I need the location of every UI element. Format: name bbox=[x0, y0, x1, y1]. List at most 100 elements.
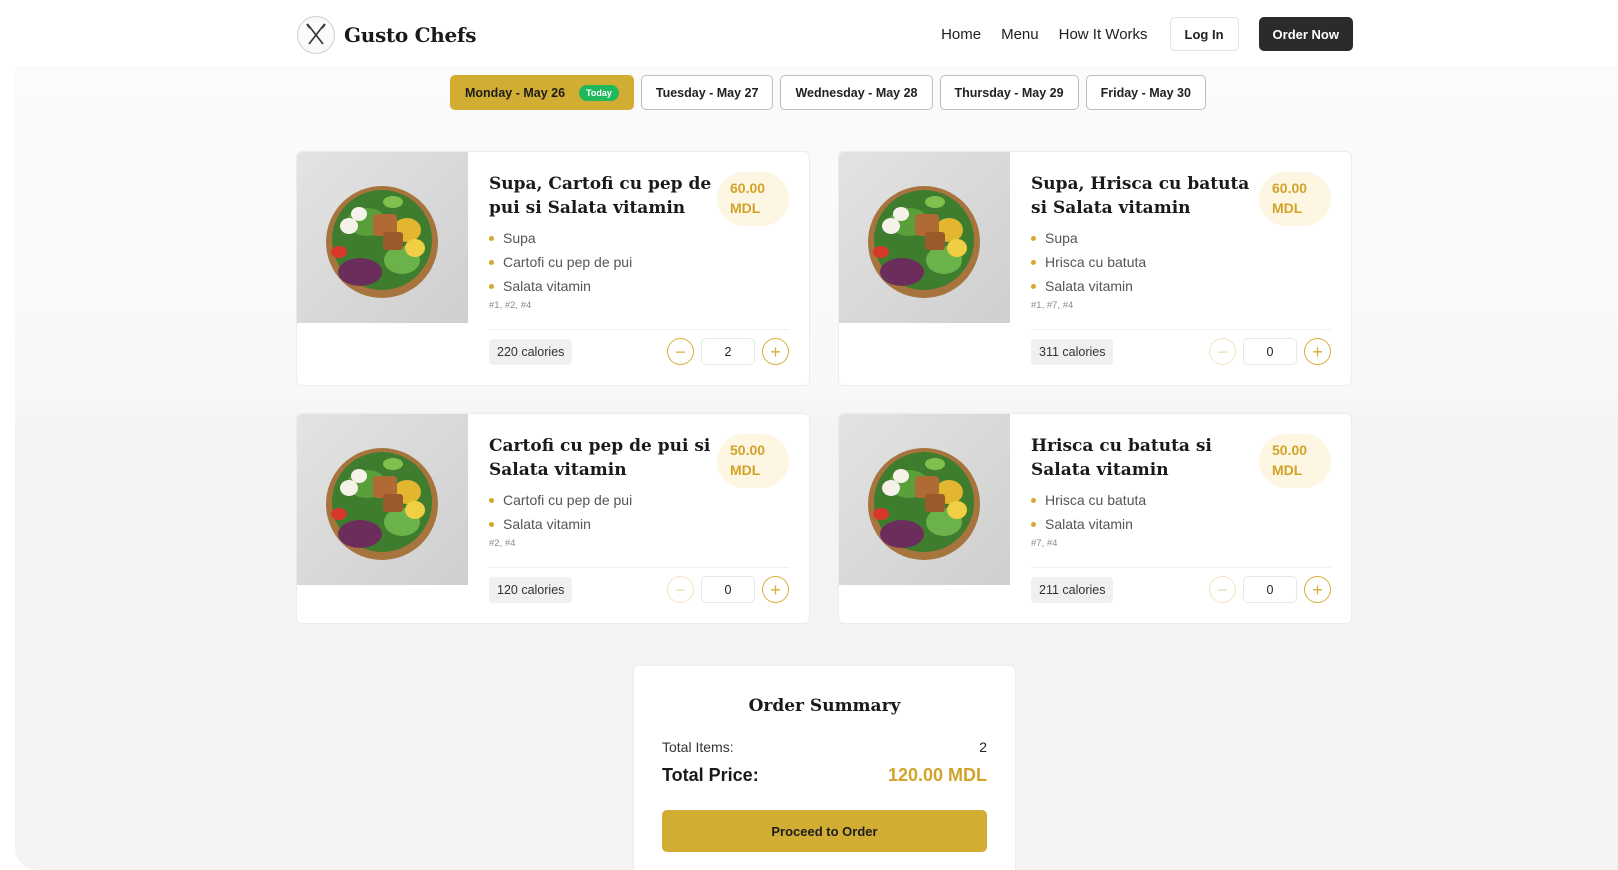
quantity-input[interactable] bbox=[701, 338, 755, 365]
list-item: Salata vitamin bbox=[489, 274, 789, 298]
list-item: Salata vitamin bbox=[489, 512, 789, 536]
ingredient-list: Supa Cartofi cu pep de pui Salata vitami… bbox=[489, 226, 789, 298]
price-currency: MDL bbox=[730, 200, 761, 216]
ingredient-list: Supa Hrisca cu batuta Salata vitamin bbox=[1031, 226, 1331, 298]
tab-label: Thursday - May 29 bbox=[954, 85, 1064, 100]
price-value: 60.00 bbox=[1272, 180, 1308, 196]
quantity-input[interactable] bbox=[1243, 338, 1297, 365]
tab-tuesday[interactable]: Tuesday - May 27 bbox=[640, 75, 774, 110]
ingredient-name: Hrisca cu batuta bbox=[1045, 492, 1147, 508]
minus-icon[interactable]: − bbox=[1209, 338, 1236, 365]
total-items-value: 2 bbox=[979, 739, 987, 755]
day-tabs: Monday - May 26 Today Tuesday - May 27 W… bbox=[450, 75, 1213, 110]
minus-icon[interactable]: − bbox=[667, 338, 694, 365]
bullet-dot-icon bbox=[489, 497, 494, 503]
ingredient-list: Cartofi cu pep de pui Salata vitamin bbox=[489, 488, 789, 536]
card-footer: 211 calories − + bbox=[1031, 567, 1331, 603]
tab-friday[interactable]: Friday - May 30 bbox=[1085, 75, 1206, 110]
bullet-dot-icon bbox=[1031, 497, 1036, 503]
brand-name: Gusto Chefs bbox=[344, 23, 477, 47]
site-header: Gusto Chefs Home Menu How It Works Log I… bbox=[0, 0, 1618, 66]
bullet-dot-icon bbox=[1031, 259, 1036, 265]
ingredient-name: Cartofi cu pep de pui bbox=[503, 492, 633, 508]
list-item: Salata vitamin bbox=[1031, 512, 1331, 536]
proceed-to-order-button[interactable]: Proceed to Order bbox=[662, 810, 987, 852]
price-badge: 60.00 MDL bbox=[717, 172, 789, 226]
bullet-dot-icon bbox=[489, 521, 494, 527]
nav-home[interactable]: Home bbox=[941, 26, 981, 43]
nav-how-it-works[interactable]: How It Works bbox=[1059, 26, 1148, 43]
quantity-input[interactable] bbox=[701, 576, 755, 603]
salad-bowl-icon bbox=[297, 152, 468, 323]
ingredient-list: Hrisca cu batuta Salata vitamin bbox=[1031, 488, 1331, 536]
menu-card: Hrisca cu batuta si Salata vitamin 50.00… bbox=[838, 413, 1352, 624]
dish-codes: #1, #7, #4 bbox=[1031, 300, 1074, 311]
order-now-button[interactable]: Order Now bbox=[1258, 17, 1353, 51]
tab-monday[interactable]: Monday - May 26 Today bbox=[450, 75, 634, 110]
login-button[interactable]: Log In bbox=[1169, 17, 1239, 51]
minus-icon[interactable]: − bbox=[667, 576, 694, 603]
dish-codes: #2, #4 bbox=[489, 538, 516, 549]
ingredient-name: Hrisca cu batuta bbox=[1045, 254, 1147, 270]
calories-badge: 120 calories bbox=[489, 577, 573, 603]
plus-icon[interactable]: + bbox=[762, 576, 789, 603]
calories-badge: 311 calories bbox=[1031, 339, 1114, 365]
plus-icon[interactable]: + bbox=[1304, 576, 1331, 603]
quantity-stepper: − + bbox=[1209, 338, 1331, 365]
ingredient-name: Supa bbox=[503, 230, 536, 246]
salad-bowl-icon bbox=[839, 152, 1010, 323]
minus-icon[interactable]: − bbox=[1209, 576, 1236, 603]
quantity-stepper: − + bbox=[1209, 576, 1331, 603]
quantity-stepper: − + bbox=[667, 338, 789, 365]
price-badge: 50.00 MDL bbox=[717, 434, 789, 488]
price-badge: 50.00 MDL bbox=[1259, 434, 1331, 488]
bullet-dot-icon bbox=[489, 283, 494, 289]
menu-card: Supa, Cartofi cu pep de pui si Salata vi… bbox=[296, 151, 810, 386]
price-currency: MDL bbox=[730, 462, 761, 478]
dish-title: Cartofi cu pep de pui si Salata vitamin bbox=[489, 436, 711, 480]
list-item: Cartofi cu pep de pui bbox=[489, 488, 789, 512]
today-badge: Today bbox=[579, 84, 619, 101]
quantity-stepper: − + bbox=[667, 576, 789, 603]
order-summary: Order Summary Total Items: 2 Total Price… bbox=[633, 665, 1016, 870]
nav-menu[interactable]: Menu bbox=[1001, 26, 1039, 43]
quantity-input[interactable] bbox=[1243, 576, 1297, 603]
list-item: Hrisca cu batuta bbox=[1031, 488, 1331, 512]
bullet-dot-icon bbox=[1031, 521, 1036, 527]
ingredient-name: Supa bbox=[1045, 230, 1078, 246]
bullet-dot-icon bbox=[1031, 235, 1036, 241]
card-footer: 220 calories − + bbox=[489, 329, 789, 365]
tab-thursday[interactable]: Thursday - May 29 bbox=[939, 75, 1079, 110]
price-value: 60.00 bbox=[730, 180, 766, 196]
bullet-dot-icon bbox=[489, 259, 494, 265]
card-footer: 120 calories − + bbox=[489, 567, 789, 603]
calories-badge: 211 calories bbox=[1031, 577, 1114, 603]
bullet-dot-icon bbox=[1031, 283, 1036, 289]
card-footer: 311 calories − + bbox=[1031, 329, 1331, 365]
ingredient-name: Salata vitamin bbox=[503, 278, 591, 294]
dish-title: Hrisca cu batuta si Salata vitamin bbox=[1031, 436, 1212, 480]
ingredient-name: Salata vitamin bbox=[503, 516, 591, 532]
list-item: Supa bbox=[489, 226, 789, 250]
dish-title: Supa, Cartofi cu pep de pui si Salata vi… bbox=[489, 174, 712, 218]
total-price-row: Total Price: 120.00 MDL bbox=[662, 765, 987, 786]
price-value: 50.00 bbox=[1272, 442, 1308, 458]
tab-label: Wednesday - May 28 bbox=[795, 85, 918, 100]
plus-icon[interactable]: + bbox=[1304, 338, 1331, 365]
menu-card: Supa, Hrisca cu batuta si Salata vitamin… bbox=[838, 151, 1352, 386]
tab-label: Tuesday - May 27 bbox=[655, 85, 759, 100]
plus-icon[interactable]: + bbox=[762, 338, 789, 365]
list-item: Supa bbox=[1031, 226, 1331, 250]
total-items-label: Total Items: bbox=[662, 739, 734, 755]
calories-badge: 220 calories bbox=[489, 339, 573, 365]
dish-codes: #1, #2, #4 bbox=[489, 300, 532, 311]
brand-logo[interactable]: Gusto Chefs bbox=[297, 16, 476, 54]
price-badge: 60.00 MDL bbox=[1259, 172, 1331, 226]
tab-wednesday[interactable]: Wednesday - May 28 bbox=[780, 75, 933, 110]
salad-bowl-icon bbox=[839, 414, 1010, 585]
tab-label: Monday - May 26 bbox=[465, 85, 566, 100]
price-value: 50.00 bbox=[730, 442, 766, 458]
list-item: Salata vitamin bbox=[1031, 274, 1331, 298]
total-price-value: 120.00 MDL bbox=[887, 765, 987, 785]
dish-codes: #7, #4 bbox=[1031, 538, 1058, 549]
